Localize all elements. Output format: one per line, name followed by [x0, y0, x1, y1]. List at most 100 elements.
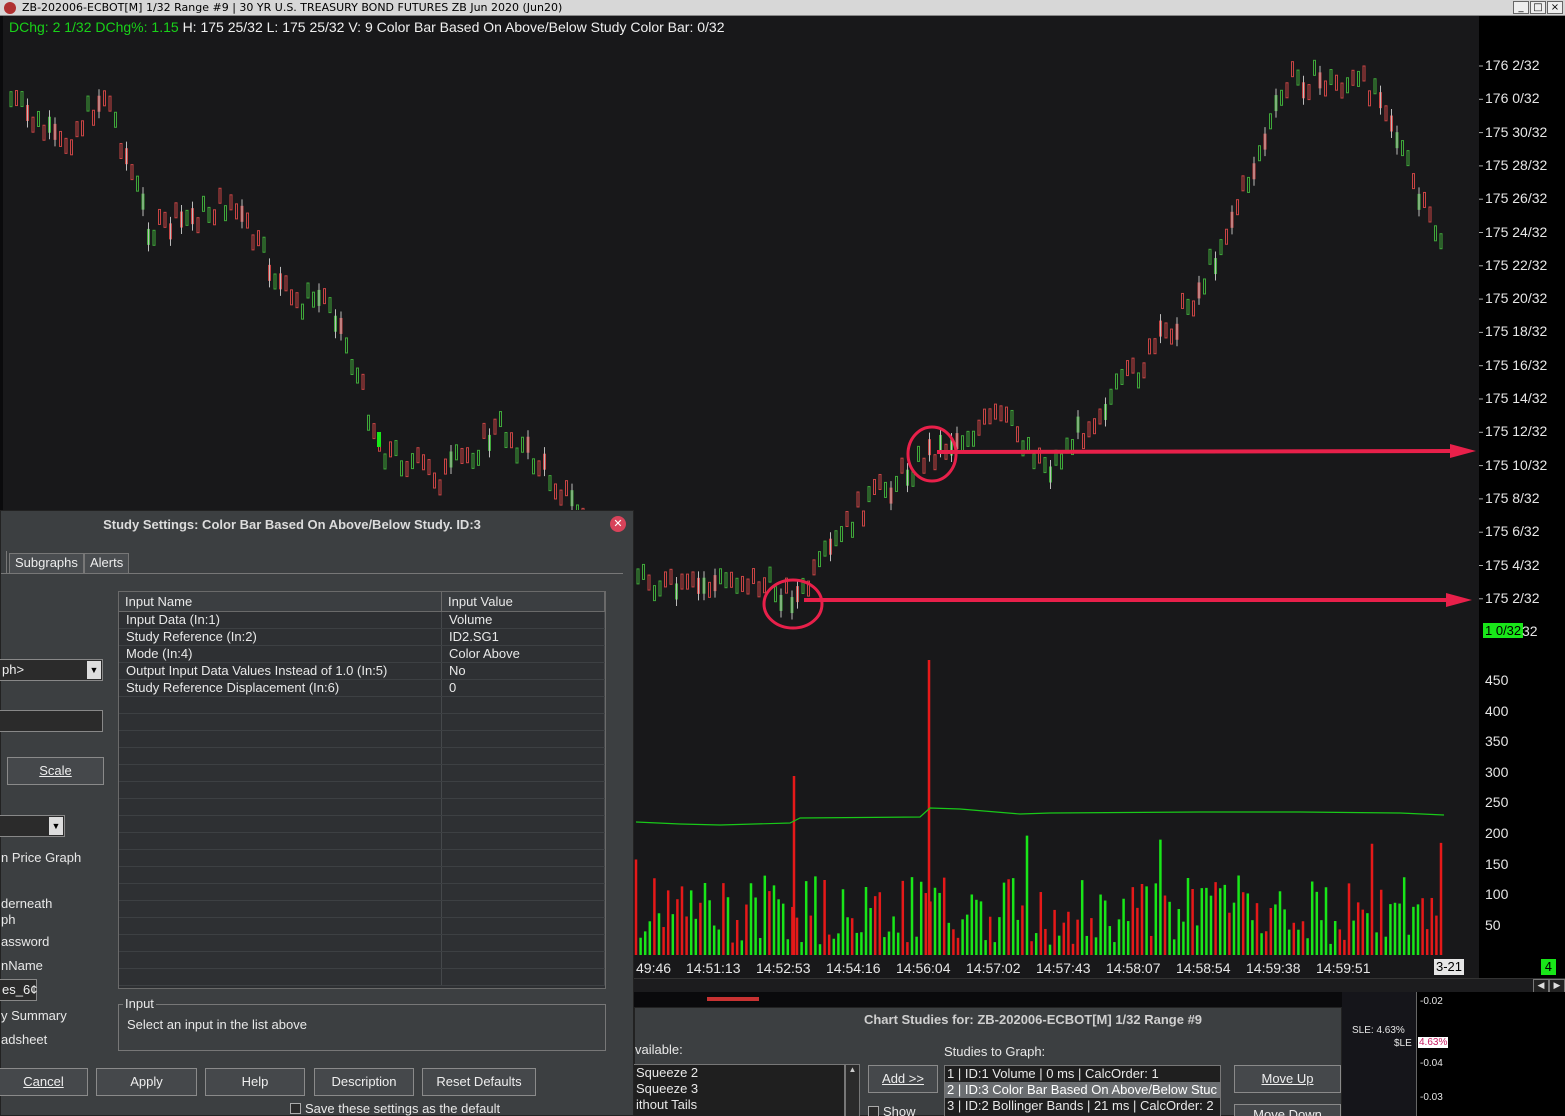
grid-row[interactable]: [119, 952, 605, 969]
save-default-checkbox[interactable]: Save these settings as the default: [290, 1101, 500, 1116]
show-checkbox[interactable]: Show: [868, 1104, 916, 1116]
input-value-cell[interactable]: [442, 901, 605, 917]
close-icon[interactable]: ✕: [610, 516, 626, 532]
graph-study-item[interactable]: 1 | ID:1 Volume | 0 ms | CalcOrder: 1: [945, 1066, 1220, 1082]
input-name-cell[interactable]: [119, 918, 442, 934]
input-name-cell[interactable]: Study Reference (In:2): [119, 629, 442, 645]
grid-row[interactable]: [119, 782, 605, 799]
move-up-button[interactable]: Move Up: [1234, 1065, 1341, 1093]
input-value-cell[interactable]: Volume: [442, 612, 605, 628]
grid-row[interactable]: [119, 748, 605, 765]
input-value-cell[interactable]: [442, 697, 605, 713]
input-name-cell[interactable]: [119, 867, 442, 883]
input-value-cell[interactable]: [442, 935, 605, 951]
grid-row[interactable]: [119, 867, 605, 884]
cancel-button[interactable]: Cancel: [0, 1068, 88, 1096]
scroll-up-icon[interactable]: ▲: [846, 1065, 859, 1074]
grid-row[interactable]: [119, 765, 605, 782]
grid-row[interactable]: Mode (In:4) Color Above: [119, 646, 605, 663]
grid-row[interactable]: [119, 918, 605, 935]
input-value-cell[interactable]: [442, 731, 605, 747]
column-input-value[interactable]: Input Value: [442, 592, 605, 611]
tab-subgraphs[interactable]: Subgraphs: [9, 553, 84, 573]
input-name-cell[interactable]: [119, 799, 442, 815]
tab-settings-partial[interactable]: [1, 551, 7, 573]
grid-row[interactable]: [119, 816, 605, 833]
input-name-cell[interactable]: [119, 816, 442, 832]
input-value-cell[interactable]: ID2.SG1: [442, 629, 605, 645]
available-studies-list[interactable]: Squeeze 2 Squeeze 3 ithout Tails: [633, 1064, 845, 1116]
input-value-cell[interactable]: [442, 969, 605, 985]
input-value-cell[interactable]: [442, 918, 605, 934]
available-study-item[interactable]: Squeeze 2: [634, 1065, 844, 1081]
input-name-cell[interactable]: [119, 714, 442, 730]
grid-row[interactable]: [119, 799, 605, 816]
input-value-cell[interactable]: [442, 952, 605, 968]
grid-row[interactable]: [119, 884, 605, 901]
graph-region-select[interactable]: ph> ▼: [0, 659, 103, 681]
scroll-left-button[interactable]: ◀: [1533, 979, 1549, 993]
input-name-cell[interactable]: [119, 969, 442, 985]
input-value-cell[interactable]: [442, 867, 605, 883]
graph-study-item[interactable]: 3 | ID:2 Bollinger Bands | 21 ms | CalcO…: [945, 1098, 1220, 1114]
input-value-cell[interactable]: No: [442, 663, 605, 679]
input-name-cell[interactable]: [119, 765, 442, 781]
input-value-cell[interactable]: [442, 816, 605, 832]
input-name-cell[interactable]: [119, 731, 442, 747]
studies-to-graph-list[interactable]: 1 | ID:1 Volume | 0 ms | CalcOrder: 1 2 …: [944, 1065, 1221, 1116]
input-value-cell[interactable]: [442, 799, 605, 815]
tab-alerts[interactable]: Alerts: [84, 553, 130, 573]
blank-text-field[interactable]: [0, 710, 103, 732]
grid-row[interactable]: [119, 850, 605, 867]
grid-row[interactable]: [119, 935, 605, 952]
input-value-cell[interactable]: [442, 765, 605, 781]
input-name-cell[interactable]: [119, 952, 442, 968]
input-value-cell[interactable]: [442, 850, 605, 866]
input-name-cell[interactable]: [119, 748, 442, 764]
input-name-cell[interactable]: [119, 833, 442, 849]
available-study-item[interactable]: Squeeze 3: [634, 1081, 844, 1097]
input-value-cell[interactable]: [442, 782, 605, 798]
add-study-button[interactable]: Add >>: [868, 1065, 938, 1093]
scale-button[interactable]: Scale: [7, 757, 104, 785]
input-name-cell[interactable]: Input Data (In:1): [119, 612, 442, 628]
move-down-button[interactable]: Move Down: [1234, 1104, 1341, 1116]
input-name-cell[interactable]: [119, 850, 442, 866]
help-button[interactable]: Help: [205, 1068, 305, 1096]
input-value-cell[interactable]: Color Above: [442, 646, 605, 662]
column-input-name[interactable]: Input Name: [119, 592, 442, 611]
input-value-cell[interactable]: [442, 884, 605, 900]
grid-row[interactable]: [119, 833, 605, 850]
input-name-cell[interactable]: Study Reference Displacement (In:6): [119, 680, 442, 696]
name-field[interactable]: es_6¢: [0, 979, 37, 1001]
chevron-down-icon[interactable]: ▼: [87, 661, 101, 679]
reset-defaults-button[interactable]: Reset Defaults: [422, 1068, 536, 1096]
save-default-box[interactable]: [290, 1103, 301, 1114]
grid-row[interactable]: [119, 697, 605, 714]
input-value-cell[interactable]: [442, 748, 605, 764]
input-value-cell[interactable]: [442, 833, 605, 849]
input-name-cell[interactable]: [119, 884, 442, 900]
grid-row[interactable]: [119, 714, 605, 731]
input-name-cell[interactable]: [119, 935, 442, 951]
input-name-cell[interactable]: [119, 782, 442, 798]
available-study-item[interactable]: ithout Tails: [634, 1097, 844, 1113]
input-value-cell[interactable]: 0: [442, 680, 605, 696]
available-list-scrollbar[interactable]: ▲: [845, 1064, 860, 1116]
inputs-grid[interactable]: Input Name Input Value Input Data (In:1)…: [118, 591, 606, 989]
grid-row[interactable]: Output Input Data Values Instead of 1.0 …: [119, 663, 605, 680]
graph-study-item-selected[interactable]: 2 | ID:3 Color Bar Based On Above/Below …: [945, 1082, 1220, 1098]
grid-row[interactable]: Input Data (In:1) Volume: [119, 612, 605, 629]
input-name-cell[interactable]: Mode (In:4): [119, 646, 442, 662]
grid-row[interactable]: Study Reference Displacement (In:6) 0: [119, 680, 605, 697]
chevron-down-icon[interactable]: ▼: [49, 817, 63, 835]
input-name-cell[interactable]: Output Input Data Values Instead of 1.0 …: [119, 663, 442, 679]
secondary-select[interactable]: ▼: [0, 815, 65, 837]
input-name-cell[interactable]: [119, 697, 442, 713]
grid-row[interactable]: [119, 901, 605, 918]
description-button[interactable]: Description: [314, 1068, 414, 1096]
grid-row[interactable]: Study Reference (In:2) ID2.SG1: [119, 629, 605, 646]
grid-row[interactable]: [119, 731, 605, 748]
input-value-cell[interactable]: [442, 714, 605, 730]
grid-row[interactable]: [119, 969, 605, 986]
